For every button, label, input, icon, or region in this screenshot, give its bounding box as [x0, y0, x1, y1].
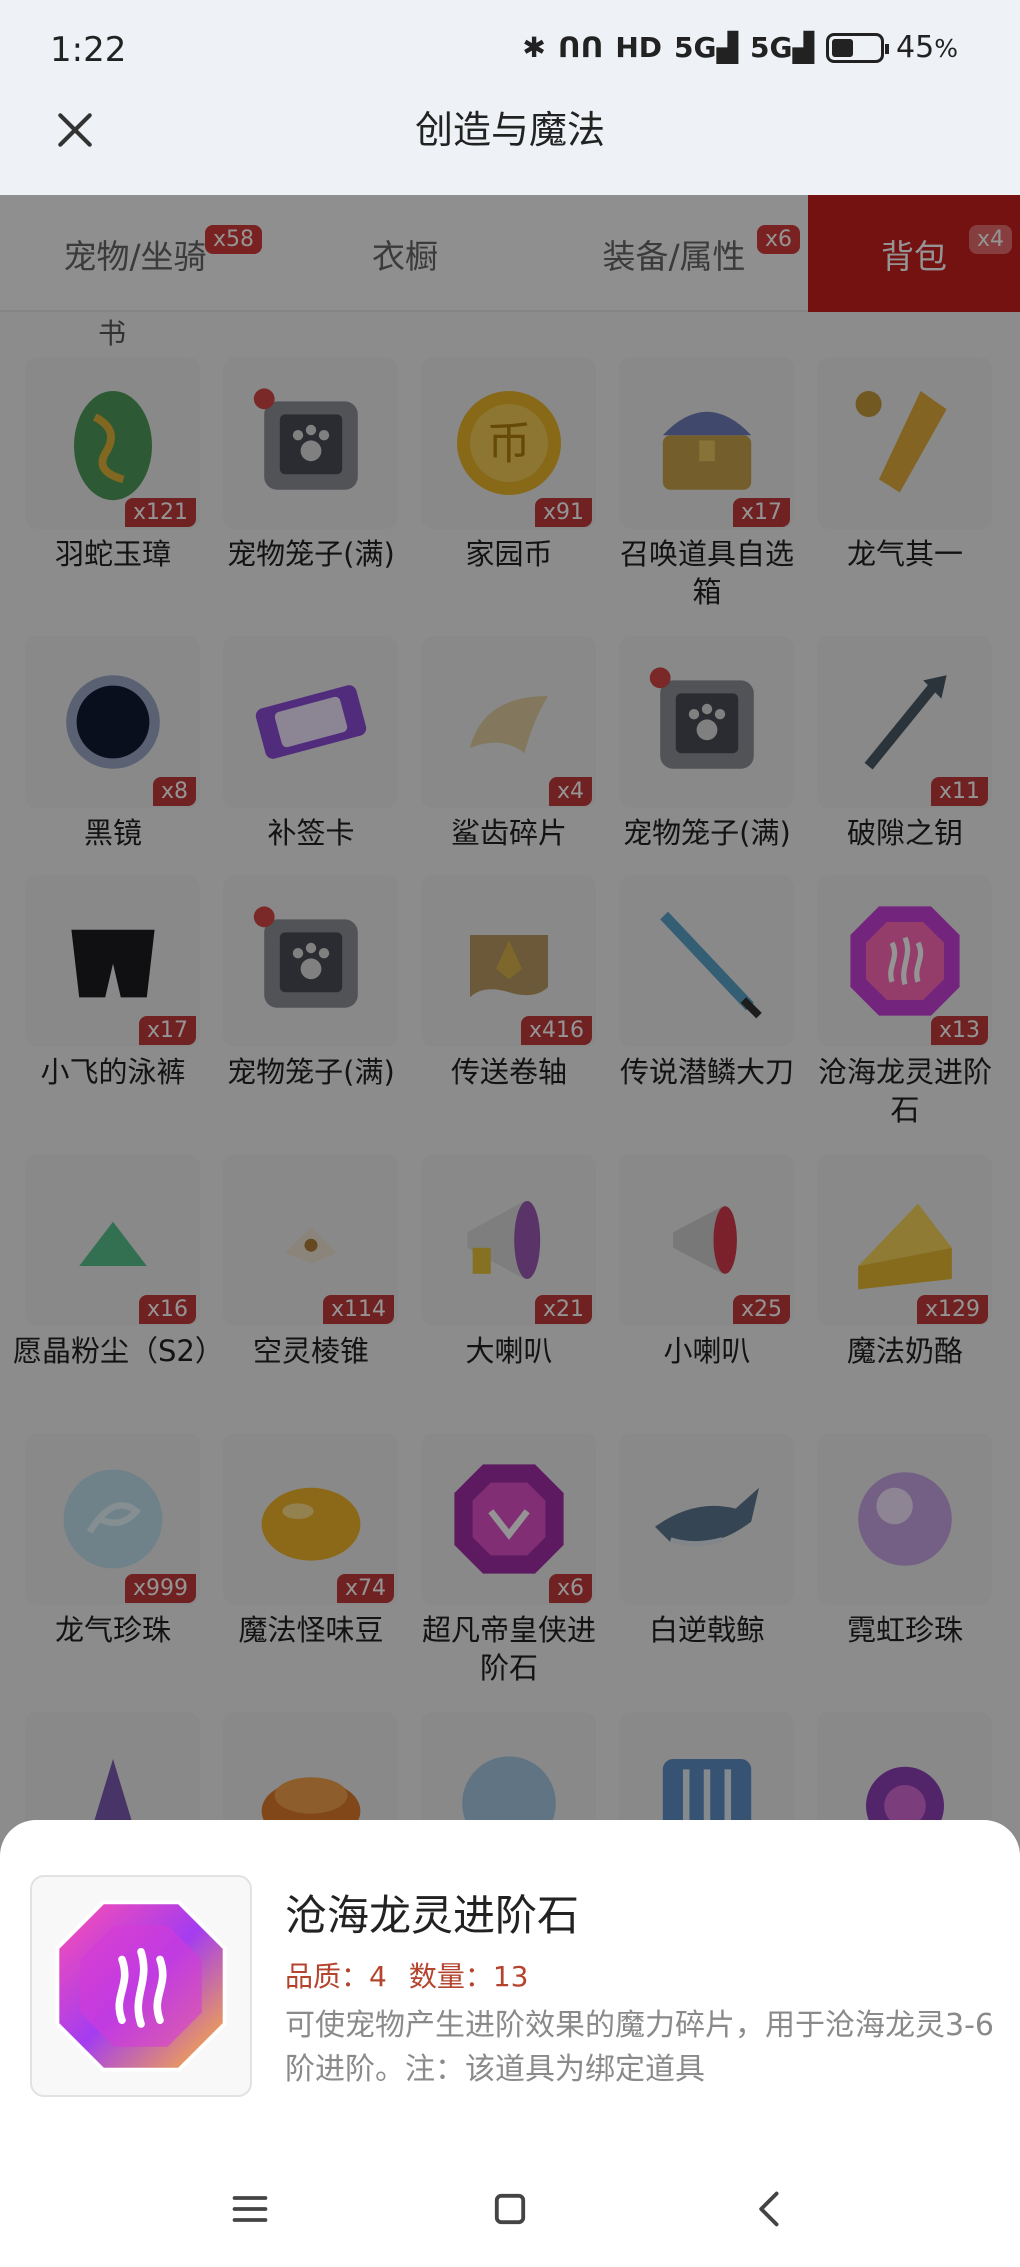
system-nav-bar — [0, 2150, 1020, 2267]
signal-1-icon: 5G▟ — [674, 31, 739, 64]
gem-stone-icon — [55, 1900, 227, 2072]
menu-icon — [232, 2195, 268, 2222]
detail-item-name: 沧海龙灵进阶石 — [285, 1891, 580, 1940]
status-time: 1:22 — [50, 30, 127, 70]
battery-percent: 45% — [896, 30, 958, 65]
detail-item-meta: 品质：4 数量：13 — [285, 1955, 529, 1995]
signal-2-icon: 5G▟ — [750, 31, 815, 64]
status-bar: 1:22 ✱ ᑎᑎ HD 5G▟ 5G▟ 45% — [0, 0, 1020, 100]
detail-quality: 品质：4 — [285, 1960, 387, 1993]
back-nav-button[interactable] — [740, 2179, 800, 2239]
detail-item-description: 可使宠物产生进阶效果的魔力碎片，用于沧海龙灵3-6阶进阶。注：该道具为绑定道具 — [285, 2008, 994, 2087]
home-nav-button[interactable] — [480, 2179, 540, 2239]
battery-fill — [832, 38, 853, 57]
top-bar: 1:22 ✱ ᑎᑎ HD 5G▟ 5G▟ 45% 创造与魔法 — [0, 0, 1020, 195]
status-icons: ✱ ᑎᑎ HD 5G▟ 5G▟ 45% — [522, 30, 958, 65]
back-chevron-icon — [759, 2191, 779, 2226]
page-title: 创造与魔法 — [414, 108, 605, 152]
detail-item-image — [30, 1875, 252, 2097]
menu-nav-button[interactable] — [220, 2179, 280, 2239]
detail-quantity: 数量：13 — [408, 1960, 529, 1993]
battery-icon — [826, 32, 890, 63]
home-square-icon — [494, 2193, 526, 2224]
hd-icon: HD — [615, 31, 663, 64]
bluetooth-icon: ✱ — [522, 31, 546, 64]
earbuds-icon: ᑎᑎ — [557, 31, 604, 64]
